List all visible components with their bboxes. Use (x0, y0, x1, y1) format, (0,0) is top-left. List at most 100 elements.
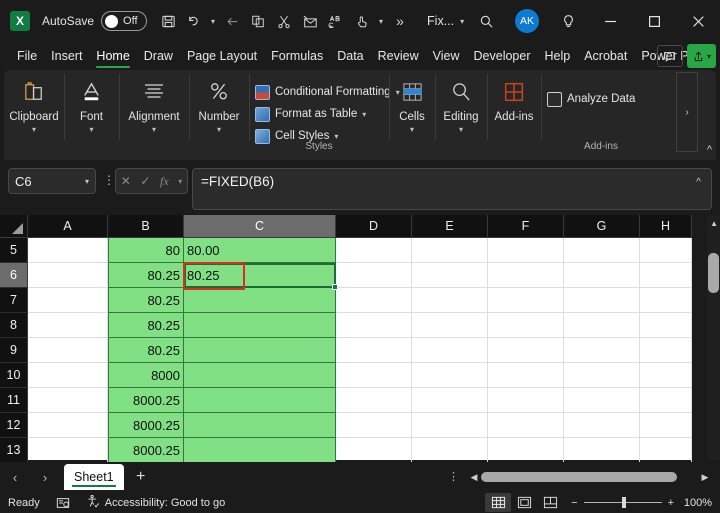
ribbon-group-editing[interactable]: Editing ▾ (435, 70, 487, 152)
cell-E5[interactable] (412, 238, 488, 263)
copy-icon[interactable] (245, 7, 271, 35)
page-break-preview-button[interactable] (537, 493, 563, 512)
cell-A8[interactable] (28, 313, 108, 338)
more-commands-icon[interactable]: » (387, 7, 413, 35)
addins-button[interactable]: Add-ins (487, 70, 541, 152)
row-header-5[interactable]: 5 (0, 238, 28, 263)
column-header-c[interactable]: C (184, 215, 336, 238)
scroll-left-icon[interactable]: ◀ (467, 472, 481, 483)
expand-formula-bar-icon[interactable]: ^ (696, 177, 701, 188)
chevron-down-icon[interactable]: ▾ (178, 177, 182, 186)
redo-icon[interactable] (219, 7, 245, 35)
zoom-track[interactable] (583, 497, 662, 508)
page-layout-view-button[interactable] (511, 493, 537, 512)
cell-A5[interactable] (28, 238, 108, 263)
cell-F10[interactable] (488, 363, 564, 388)
tab-insert[interactable]: Insert (44, 43, 89, 69)
zoom-in-button[interactable]: + (668, 497, 674, 509)
cell-G12[interactable] (564, 413, 640, 438)
touch-mode-dropdown-icon[interactable]: ▾ (375, 7, 387, 35)
prev-sheet-icon[interactable]: ‹ (0, 462, 30, 492)
tab-review[interactable]: Review (371, 43, 426, 69)
sheet-tab-sheet1[interactable]: Sheet1 (64, 464, 124, 490)
comments-icon[interactable] (656, 45, 683, 67)
cell-B7[interactable]: 80.25 (108, 288, 184, 313)
cell-G10[interactable] (564, 363, 640, 388)
vertical-scrollbar[interactable]: ▲ (707, 215, 720, 460)
cell-G8[interactable] (564, 313, 640, 338)
cell-F7[interactable] (488, 288, 564, 313)
row-header-7[interactable]: 7 (0, 288, 28, 313)
horizontal-scrollbar[interactable]: ◀ ▶ (467, 469, 712, 485)
tab-developer[interactable]: Developer (467, 43, 538, 69)
cell-B13[interactable]: 8000.25 (108, 438, 184, 463)
cell-D13[interactable] (336, 438, 412, 463)
tab-draw[interactable]: Draw (137, 43, 180, 69)
cell-D7[interactable] (336, 288, 412, 313)
conditional-formatting-button[interactable]: Conditional Formatting ▾ (255, 81, 400, 103)
undo-icon[interactable] (181, 7, 207, 35)
cell-E13[interactable] (412, 438, 488, 463)
cell-H11[interactable] (640, 388, 692, 413)
cell-D8[interactable] (336, 313, 412, 338)
autosave-toggle[interactable]: Off (101, 11, 148, 31)
cell-C9[interactable] (184, 338, 336, 363)
chevron-down-icon[interactable]: ▾ (334, 132, 338, 141)
cell-E9[interactable] (412, 338, 488, 363)
ribbon-group-font[interactable]: Font ▾ (64, 70, 119, 152)
cell-B12[interactable]: 8000.25 (108, 413, 184, 438)
formula-input[interactable]: =FIXED(B6) ^ (192, 168, 712, 210)
lightbulb-icon[interactable] (548, 0, 588, 42)
cell-D6[interactable] (336, 263, 412, 288)
cell-E11[interactable] (412, 388, 488, 413)
cell-H8[interactable] (640, 313, 692, 338)
cell-G13[interactable] (564, 438, 640, 463)
column-header-d[interactable]: D (336, 215, 412, 238)
cell-G6[interactable] (564, 263, 640, 288)
ribbon-group-clipboard[interactable]: Clipboard ▾ (4, 70, 64, 152)
column-header-b[interactable]: B (108, 215, 184, 238)
cell-A12[interactable] (28, 413, 108, 438)
cell-H13[interactable] (640, 438, 692, 463)
search-icon[interactable] (466, 0, 506, 42)
cell-H12[interactable] (640, 413, 692, 438)
zoom-out-button[interactable]: − (571, 497, 577, 509)
zoom-slider[interactable]: − + (563, 497, 682, 509)
close-icon[interactable] (676, 0, 720, 42)
cell-C11[interactable] (184, 388, 336, 413)
cell-F12[interactable] (488, 413, 564, 438)
vertical-scroll-thumb[interactable] (708, 253, 719, 293)
chevron-down-icon[interactable]: ▾ (85, 177, 89, 186)
row-header-12[interactable]: 12 (0, 413, 28, 438)
chevron-down-icon[interactable]: ▾ (217, 125, 221, 134)
ribbon-group-number[interactable]: Number ▾ (189, 70, 249, 152)
cell-A6[interactable] (28, 263, 108, 288)
cell-A9[interactable] (28, 338, 108, 363)
accessibility-status[interactable]: Accessibility: Good to go (78, 492, 233, 513)
column-header-a[interactable]: A (28, 215, 108, 238)
cell-H5[interactable] (640, 238, 692, 263)
insert-function-icon[interactable]: fx (160, 174, 169, 189)
record-macro-icon[interactable] (48, 492, 78, 513)
cell-C12[interactable] (184, 413, 336, 438)
tab-formulas[interactable]: Formulas (264, 43, 330, 69)
scroll-up-icon[interactable]: ▲ (710, 219, 718, 228)
enter-icon[interactable]: ✓ (140, 174, 150, 188)
zoom-level[interactable]: 100% (682, 497, 720, 509)
maximize-icon[interactable] (632, 0, 676, 42)
tab-data[interactable]: Data (330, 43, 370, 69)
row-header-10[interactable]: 10 (0, 363, 28, 388)
avatar[interactable]: AK (515, 9, 539, 33)
cell-E10[interactable] (412, 363, 488, 388)
analyze-data-button[interactable]: Analyze Data (547, 88, 655, 110)
row-header-6[interactable]: 6 (0, 263, 28, 288)
normal-view-button[interactable] (485, 493, 512, 512)
cell-D5[interactable] (336, 238, 412, 263)
touch-mode-icon[interactable] (349, 7, 375, 35)
cell-D12[interactable] (336, 413, 412, 438)
tab-view[interactable]: View (426, 43, 467, 69)
email-icon[interactable] (297, 7, 323, 35)
cell-A7[interactable] (28, 288, 108, 313)
cell-A13[interactable] (28, 438, 108, 463)
share-button[interactable]: ▾ (686, 44, 716, 68)
